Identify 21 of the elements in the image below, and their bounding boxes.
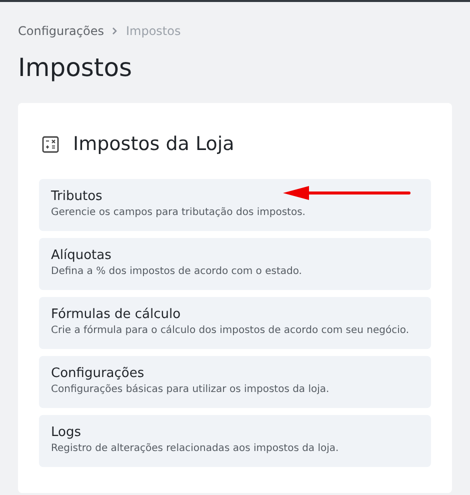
settings-item[interactable]: Configurações Configurações básicas para utilizar os impostos da loja. bbox=[39, 356, 431, 408]
item-title: Tributos bbox=[51, 188, 104, 204]
item-description: Configurações básicas para utilizar os impostos da loja. bbox=[51, 382, 330, 396]
item-title: Fórmulas de cálculo bbox=[51, 306, 182, 322]
item-description: Crie a fórmula para o cálculo dos impostos de acordo com seu negócio. bbox=[51, 324, 410, 338]
settings-item[interactable]: Tributos Gerencie os campos para tributação dos impostos. bbox=[39, 178, 431, 230]
breadcrumb-current: Impostos bbox=[126, 23, 181, 40]
settings-item[interactable]: Fórmulas de cálculo Crie a fórmula para o cálculo dos impostos de acordo com seu negócio. bbox=[39, 296, 431, 348]
settings-item[interactable]: Alíquotas Defina a % dos impostos de acordo com o estado. bbox=[39, 238, 431, 290]
item-title: Alíquotas bbox=[51, 246, 112, 264]
settings-item[interactable]: Logs Registro de alterações relacionadas aos impostos da loja. bbox=[39, 414, 431, 466]
chevron-right-icon bbox=[112, 27, 118, 35]
breadcrumb-link[interactable]: Configurações bbox=[18, 22, 104, 40]
calculator-icon bbox=[42, 136, 59, 153]
page-title: Impostos bbox=[17, 52, 134, 84]
item-description: Defina a % dos impostos de acordo com o estado. bbox=[51, 264, 303, 278]
item-title: Configurações bbox=[51, 364, 146, 382]
item-description: Gerencie os campos para tributação dos impostos. bbox=[51, 206, 306, 220]
item-description: Registro de alterações relacionadas aos impostos da loja. bbox=[51, 442, 340, 456]
item-title: Logs bbox=[51, 424, 82, 440]
card-title: Impostos da Loja bbox=[73, 132, 234, 157]
